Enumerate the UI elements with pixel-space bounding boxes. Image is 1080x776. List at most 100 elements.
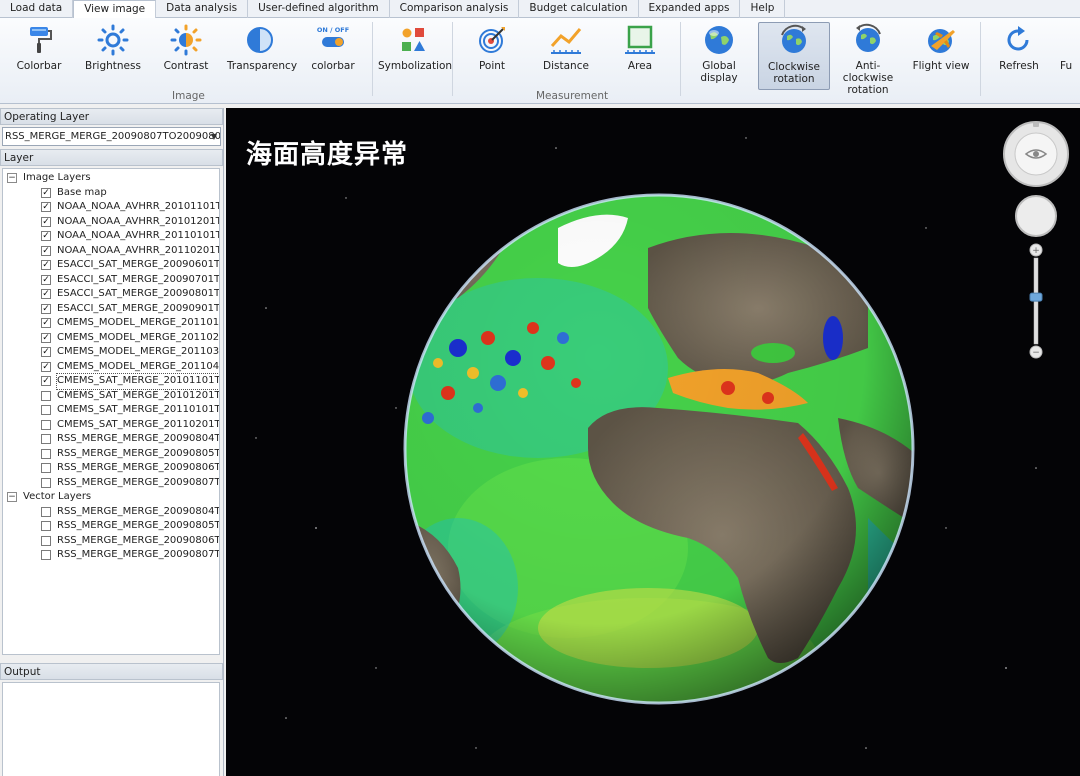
image-layer-item[interactable]: ✓ ESACCI_SAT_MERGE_20090801TO... — [3, 287, 219, 302]
brightness-button[interactable]: Brightness — [80, 22, 146, 84]
layer-checkbox[interactable]: ✓ — [41, 361, 51, 372]
image-layers-group[interactable]: − Image Layers — [3, 171, 219, 186]
layer-checkbox[interactable]: ✓ — [41, 245, 51, 256]
layer-checkbox[interactable] — [41, 419, 51, 430]
vector-layers-group[interactable]: − Vector Layers — [3, 490, 219, 505]
image-layer-item[interactable]: ✓ Base map — [3, 186, 219, 201]
tab-budget-calculation[interactable]: Budget calculation — [519, 0, 639, 18]
vector-layer-item[interactable]: RSS_MERGE_MERGE_20090804TO... — [3, 505, 219, 520]
image-layer-item[interactable]: ✓ CMEMS_MODEL_MERGE_2011010... — [3, 316, 219, 331]
distance-measure-button[interactable]: Distance — [533, 22, 599, 84]
layer-checkbox[interactable]: ✓ — [41, 289, 51, 300]
globe-map-view[interactable]: 海面高度异常 + − — [226, 108, 1080, 776]
tab-expanded-apps[interactable]: Expanded apps — [639, 0, 741, 18]
chevron-down-icon[interactable]: ▼ — [211, 128, 217, 145]
truncated-button[interactable]: Fu — [1060, 22, 1080, 84]
anticlockwise-rotation-button[interactable]: Anti-clockwise rotation — [832, 22, 904, 96]
left-panel: Operating Layer RSS_MERGE_MERGE_20090807… — [0, 108, 224, 776]
layer-checkbox[interactable] — [41, 390, 51, 401]
layer-name: CMEMS_MODEL_MERGE_2011040... — [57, 360, 220, 372]
image-layer-item[interactable]: CMEMS_SAT_MERGE_20110101T... — [3, 403, 219, 418]
shapes-icon — [402, 28, 425, 51]
image-layer-item[interactable]: CMEMS_SAT_MERGE_20110201T... — [3, 418, 219, 433]
image-layer-item[interactable]: ✓ ESACCI_SAT_MERGE_20090701TO... — [3, 273, 219, 288]
layer-name: CMEMS_SAT_MERGE_20110101T... — [57, 404, 220, 415]
measurement-group-label: Measurement — [536, 90, 609, 102]
svg-text:+: + — [1032, 246, 1040, 256]
zoom-slider[interactable]: + − — [1026, 242, 1046, 362]
image-layer-item[interactable]: RSS_MERGE_MERGE_20090807TO... — [3, 476, 219, 491]
image-layer-item[interactable]: ✓ NOAA_NOAA_AVHRR_20101101T... — [3, 200, 219, 215]
flight-view-button[interactable]: Flight view — [906, 22, 976, 84]
symbolization-button[interactable]: Symbolization — [378, 22, 452, 84]
layer-checkbox[interactable]: ✓ — [41, 332, 51, 343]
image-layer-item[interactable]: CMEMS_SAT_MERGE_20101201T... — [3, 389, 219, 404]
layer-checkbox[interactable] — [41, 477, 51, 488]
layer-checkbox[interactable]: ✓ — [41, 202, 51, 213]
refresh-button[interactable]: Refresh — [986, 22, 1052, 84]
global-display-button[interactable]: Global display — [686, 22, 752, 84]
layer-checkbox[interactable]: ✓ — [41, 376, 51, 387]
layer-checkbox[interactable]: ✓ — [41, 187, 51, 198]
tab-comparison-analysis[interactable]: Comparison analysis — [390, 0, 520, 18]
layer-checkbox[interactable] — [41, 521, 51, 532]
layer-name: RSS_MERGE_MERGE_20090804TO... — [57, 433, 220, 444]
zoom-thumb[interactable] — [1029, 292, 1043, 302]
layer-checkbox[interactable]: ✓ — [41, 347, 51, 358]
vector-layer-item[interactable]: RSS_MERGE_MERGE_20090806TO... — [3, 534, 219, 549]
image-layer-item[interactable]: ✓ CMEMS_SAT_MERGE_20101101T... — [3, 373, 219, 390]
vector-layers-label: Vector Layers — [23, 491, 92, 502]
layer-name: CMEMS_SAT_MERGE_20101201T... — [57, 389, 220, 401]
layer-header: Layer — [0, 149, 223, 166]
contrast-button[interactable]: Contrast — [153, 22, 219, 84]
point-measure-button[interactable]: Point — [459, 22, 525, 84]
layer-checkbox[interactable] — [41, 506, 51, 517]
clockwise-rotation-button[interactable]: Clockwise rotation — [758, 22, 830, 90]
layer-checkbox[interactable] — [41, 463, 51, 474]
layer-checkbox[interactable]: ✓ — [41, 260, 51, 271]
operating-layer-dropdown[interactable]: RSS_MERGE_MERGE_20090807TO20090807_L3 ▼ — [2, 127, 221, 146]
layer-checkbox[interactable]: ✓ — [41, 318, 51, 329]
contrast-label: Contrast — [163, 60, 209, 72]
layer-checkbox[interactable] — [41, 405, 51, 416]
layer-checkbox[interactable]: ✓ — [41, 231, 51, 242]
navigation-compass[interactable] — [1002, 120, 1070, 188]
layer-name: ESACCI_SAT_MERGE_20090601TO... — [57, 259, 220, 270]
vector-layer-item[interactable]: RSS_MERGE_MERGE_20090805TO... — [3, 519, 219, 534]
image-layer-item[interactable]: RSS_MERGE_MERGE_20090806TO... — [3, 461, 219, 476]
layer-checkbox[interactable]: ✓ — [41, 303, 51, 314]
image-layer-item[interactable]: ✓ NOAA_NOAA_AVHRR_20110201T... — [3, 244, 219, 259]
colorbar-button[interactable]: Colorbar — [6, 22, 72, 84]
image-layer-item[interactable]: ✓ ESACCI_SAT_MERGE_20090901TO... — [3, 302, 219, 317]
image-layer-item[interactable]: ✓ CMEMS_MODEL_MERGE_2011040... — [3, 360, 219, 375]
layer-checkbox[interactable] — [41, 434, 51, 445]
layer-checkbox[interactable] — [41, 448, 51, 459]
layer-checkbox[interactable] — [41, 535, 51, 546]
tab-help[interactable]: Help — [740, 0, 786, 18]
image-layer-item[interactable]: ✓ NOAA_NOAA_AVHRR_20110101T... — [3, 229, 219, 244]
layer-checkbox[interactable] — [41, 550, 51, 561]
tilt-control[interactable] — [1014, 194, 1058, 238]
colorbar-toggle-button[interactable]: ON / OFF colorbar — [300, 22, 366, 84]
image-layer-item[interactable]: ✓ CMEMS_MODEL_MERGE_2011030... — [3, 345, 219, 360]
collapse-icon[interactable]: − — [7, 492, 17, 503]
transparency-button[interactable]: Transparency — [227, 22, 297, 84]
map-title: 海面高度异常 — [246, 140, 409, 170]
vector-layer-item[interactable]: RSS_MERGE_MERGE_20090807TO... — [3, 548, 219, 563]
image-layer-item[interactable]: RSS_MERGE_MERGE_20090804TO... — [3, 432, 219, 447]
image-layer-item[interactable]: RSS_MERGE_MERGE_20090805TO... — [3, 447, 219, 462]
tab-data-analysis[interactable]: Data analysis — [156, 0, 249, 18]
area-measure-button[interactable]: Area — [607, 22, 673, 84]
layer-checkbox[interactable]: ✓ — [41, 216, 51, 227]
tab-user-defined-algorithm[interactable]: User-defined algorithm — [248, 0, 390, 18]
image-layer-item[interactable]: ✓ CMEMS_MODEL_MERGE_2011020... — [3, 331, 219, 346]
tab-view-image[interactable]: View image — [73, 0, 157, 18]
group-separator — [980, 22, 981, 96]
tab-load-data[interactable]: Load data — [0, 0, 74, 18]
layer-checkbox[interactable]: ✓ — [41, 274, 51, 285]
image-layer-item[interactable]: ✓ NOAA_NOAA_AVHRR_20101201T... — [3, 215, 219, 230]
collapse-icon[interactable]: − — [7, 173, 17, 184]
point-label: Point — [478, 60, 506, 72]
earth-globe[interactable] — [398, 188, 920, 710]
image-layer-item[interactable]: ✓ ESACCI_SAT_MERGE_20090601TO... — [3, 258, 219, 273]
